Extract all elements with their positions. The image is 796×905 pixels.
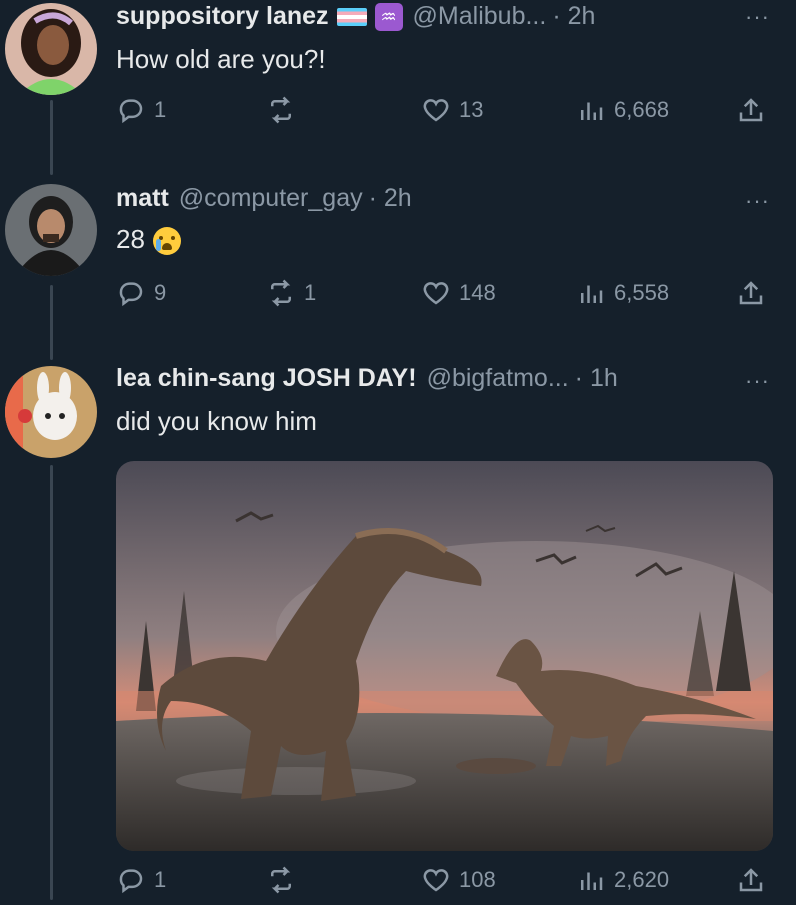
crying-face-icon: [152, 227, 181, 256]
user-handle[interactable]: @Malibub...: [413, 2, 547, 31]
views-icon: [581, 872, 603, 890]
like-count: 148: [459, 280, 496, 305]
share-button[interactable]: [736, 865, 766, 895]
like-button[interactable]: 13: [421, 95, 483, 125]
tweet-header: lea chin-sang JOSH DAY! @bigfatmo... · 1…: [116, 364, 618, 393]
views-count: 2,620: [614, 867, 670, 892]
tweet-actions: 9 1 148 6,558: [116, 278, 776, 318]
views-button[interactable]: 6,668: [576, 95, 669, 125]
like-count: 108: [459, 867, 496, 892]
tweet-text-content: 28: [116, 224, 145, 254]
views-icon: [581, 102, 603, 120]
avatar[interactable]: [5, 3, 97, 95]
timestamp[interactable]: · 2h: [369, 184, 412, 213]
more-options-button[interactable]: ···: [745, 4, 770, 30]
display-name[interactable]: suppository lanez: [116, 2, 329, 31]
tweet-actions: 1 108 2,620: [116, 865, 776, 905]
display-name[interactable]: lea chin-sang JOSH DAY!: [116, 364, 417, 393]
tweet[interactable]: matt @computer_gay · 2h ··· 28 9 1 148 6…: [0, 180, 796, 360]
reply-button[interactable]: 1: [116, 865, 166, 895]
reply-button[interactable]: 9: [116, 278, 166, 308]
share-icon: [739, 868, 763, 892]
share-button[interactable]: [736, 95, 766, 125]
views-count: 6,668: [614, 97, 670, 122]
reply-count: 9: [154, 280, 167, 305]
display-name[interactable]: matt: [116, 184, 169, 213]
heart-icon: [423, 99, 449, 122]
tweet-text: did you know him: [116, 406, 317, 436]
reply-button[interactable]: 1: [116, 95, 166, 125]
tweet-header: suppository lanez ♒ @Malibub... · 2h: [116, 2, 595, 31]
retweet-icon: [271, 866, 291, 894]
share-icon: [739, 98, 763, 122]
user-handle[interactable]: @computer_gay: [179, 184, 363, 213]
heart-icon: [423, 869, 449, 892]
heart-icon: [423, 282, 449, 305]
tweet-media-image[interactable]: [116, 461, 773, 851]
share-button[interactable]: [736, 278, 766, 308]
reply-icon: [119, 282, 143, 307]
reply-icon: [119, 99, 143, 124]
views-count: 6,558: [614, 280, 670, 305]
views-button[interactable]: 2,620: [576, 865, 669, 895]
reply-count: 1: [154, 867, 167, 892]
dinosaur-illustration-image: [116, 461, 773, 851]
avatar[interactable]: [5, 366, 97, 458]
retweet-button[interactable]: 1: [266, 278, 316, 308]
like-button[interactable]: 108: [421, 865, 496, 895]
tweet-header: matt @computer_gay · 2h: [116, 184, 412, 213]
tweet[interactable]: suppository lanez ♒ @Malibub... · 2h ···…: [0, 0, 796, 170]
trans-flag-icon: [336, 7, 367, 26]
reply-icon: [119, 869, 143, 894]
tweet-text: How old are you?!: [116, 44, 326, 74]
like-count: 13: [459, 97, 484, 122]
retweet-button[interactable]: [266, 865, 304, 895]
user-handle[interactable]: @bigfatmo...: [427, 364, 569, 393]
retweet-button[interactable]: [266, 95, 304, 125]
views-icon: [581, 285, 603, 303]
timestamp[interactable]: · 1h: [575, 364, 618, 393]
aquarius-icon: ♒: [374, 2, 403, 31]
share-icon: [739, 281, 763, 305]
reply-count: 1: [154, 97, 167, 122]
timestamp[interactable]: · 2h: [552, 2, 595, 31]
more-options-button[interactable]: ···: [745, 188, 770, 214]
retweet-count: 1: [304, 280, 317, 305]
retweet-icon: [271, 96, 291, 124]
retweet-icon: [271, 279, 291, 307]
tweet-actions: 1 13 6,668: [116, 95, 776, 135]
views-button[interactable]: 6,558: [576, 278, 669, 308]
avatar[interactable]: [5, 184, 97, 276]
like-button[interactable]: 148: [421, 278, 496, 308]
tweet-text: 28: [116, 224, 181, 256]
more-options-button[interactable]: ···: [745, 368, 770, 394]
